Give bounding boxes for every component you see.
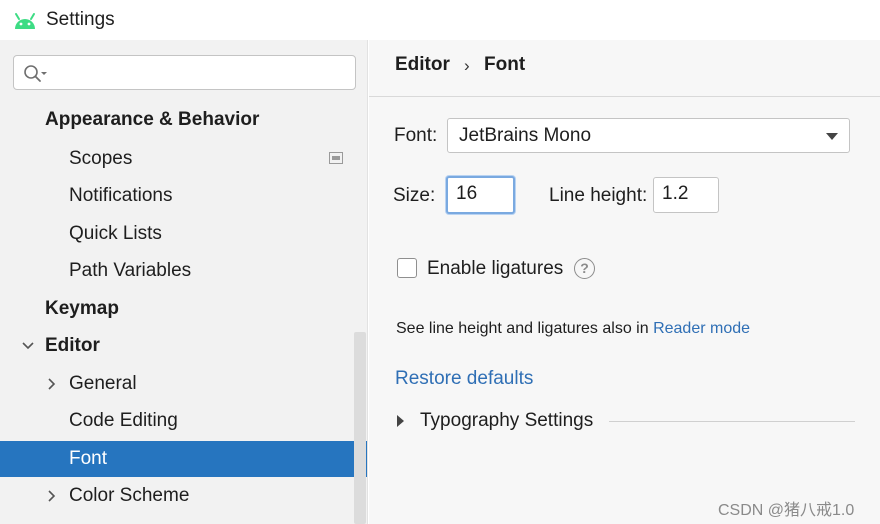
- project-scope-icon: [329, 152, 343, 164]
- size-label: Size:: [393, 185, 436, 206]
- sidebar-item-label: General: [69, 373, 137, 394]
- watermark: CSDN @猪八戒1.0: [718, 502, 855, 519]
- reader-mode-hint: See line height and ligatures also in Re…: [396, 320, 750, 338]
- sidebar-item-keymap[interactable]: Keymap: [0, 291, 368, 327]
- sidebar-item-label: Appearance & Behavior: [45, 109, 260, 130]
- font-size-value: 16: [456, 183, 478, 204]
- sidebar-item-label: Path Variables: [69, 260, 192, 281]
- dropdown-arrow-icon[interactable]: [826, 133, 838, 140]
- sidebar-item-label: Quick Lists: [69, 223, 162, 244]
- font-family-select[interactable]: JetBrains Mono: [447, 118, 850, 153]
- chevron-down-icon[interactable]: [21, 339, 35, 353]
- font-label: Font:: [394, 125, 438, 146]
- breadcrumb-parent[interactable]: Editor: [395, 54, 450, 76]
- breadcrumb-separator: ›: [464, 56, 470, 75]
- sidebar-item-quick-lists[interactable]: Quick Lists: [0, 216, 368, 252]
- sidebar-item-editor[interactable]: Editor: [0, 328, 368, 364]
- sidebar-item-path-variables[interactable]: Path Variables: [0, 253, 368, 289]
- reader-mode-link[interactable]: Reader mode: [653, 320, 750, 337]
- sidebar-item-label: Editor: [45, 335, 100, 356]
- sidebar-item-appearance-behavior[interactable]: Appearance & Behavior: [0, 102, 368, 138]
- settings-sidebar: Appearance & Behavior Scopes Notificatio…: [0, 40, 368, 524]
- enable-ligatures-label[interactable]: Enable ligatures: [427, 258, 563, 280]
- line-height-value: 1.2: [662, 183, 689, 204]
- sidebar-item-label: Font: [69, 448, 108, 469]
- reader-mode-hint-text: See line height and ligatures also in: [396, 320, 649, 337]
- sidebar-item-label: Notifications: [69, 185, 173, 206]
- section-divider: [609, 421, 855, 422]
- sidebar-item-code-editing[interactable]: Code Editing: [0, 403, 368, 439]
- window-title: Settings: [46, 9, 115, 30]
- typography-settings-toggle[interactable]: Typography Settings: [420, 410, 593, 432]
- help-icon[interactable]: ?: [574, 258, 595, 279]
- search-input[interactable]: [54, 60, 349, 85]
- search-icon[interactable]: [22, 63, 48, 83]
- title-bar: Settings: [0, 0, 880, 40]
- sidebar-item-label: Keymap: [45, 298, 119, 319]
- breadcrumb-current: Font: [484, 54, 526, 75]
- sidebar-item-label: Scopes: [69, 148, 133, 169]
- sidebar-item-label: Code Editing: [69, 410, 178, 431]
- line-height-input[interactable]: 1.2: [653, 177, 719, 213]
- enable-ligatures-checkbox[interactable]: [397, 258, 417, 278]
- sidebar-scrollbar[interactable]: [354, 332, 366, 524]
- font-size-input[interactable]: 16: [446, 176, 515, 214]
- line-height-label: Line height:: [549, 185, 648, 206]
- sidebar-item-font[interactable]: Font: [0, 441, 367, 477]
- chevron-right-icon[interactable]: [45, 377, 59, 391]
- sidebar-item-notifications[interactable]: Notifications: [0, 178, 368, 214]
- chevron-right-icon[interactable]: [45, 489, 59, 503]
- sidebar-item-scopes[interactable]: Scopes: [0, 141, 368, 177]
- restore-defaults-link[interactable]: Restore defaults: [395, 368, 533, 390]
- font-family-value: JetBrains Mono: [459, 125, 592, 146]
- sidebar-item-label: Color Scheme: [69, 485, 190, 506]
- sidebar-item-general[interactable]: General: [0, 366, 368, 402]
- search-box[interactable]: [13, 55, 356, 90]
- font-settings-panel: Editor › Font Font: JetBrains Mono Size:…: [369, 40, 880, 524]
- android-icon: [15, 13, 35, 29]
- breadcrumb: Editor › Font: [369, 40, 880, 97]
- sidebar-item-color-scheme[interactable]: Color Scheme: [0, 478, 368, 514]
- expand-triangle-icon[interactable]: [397, 415, 404, 427]
